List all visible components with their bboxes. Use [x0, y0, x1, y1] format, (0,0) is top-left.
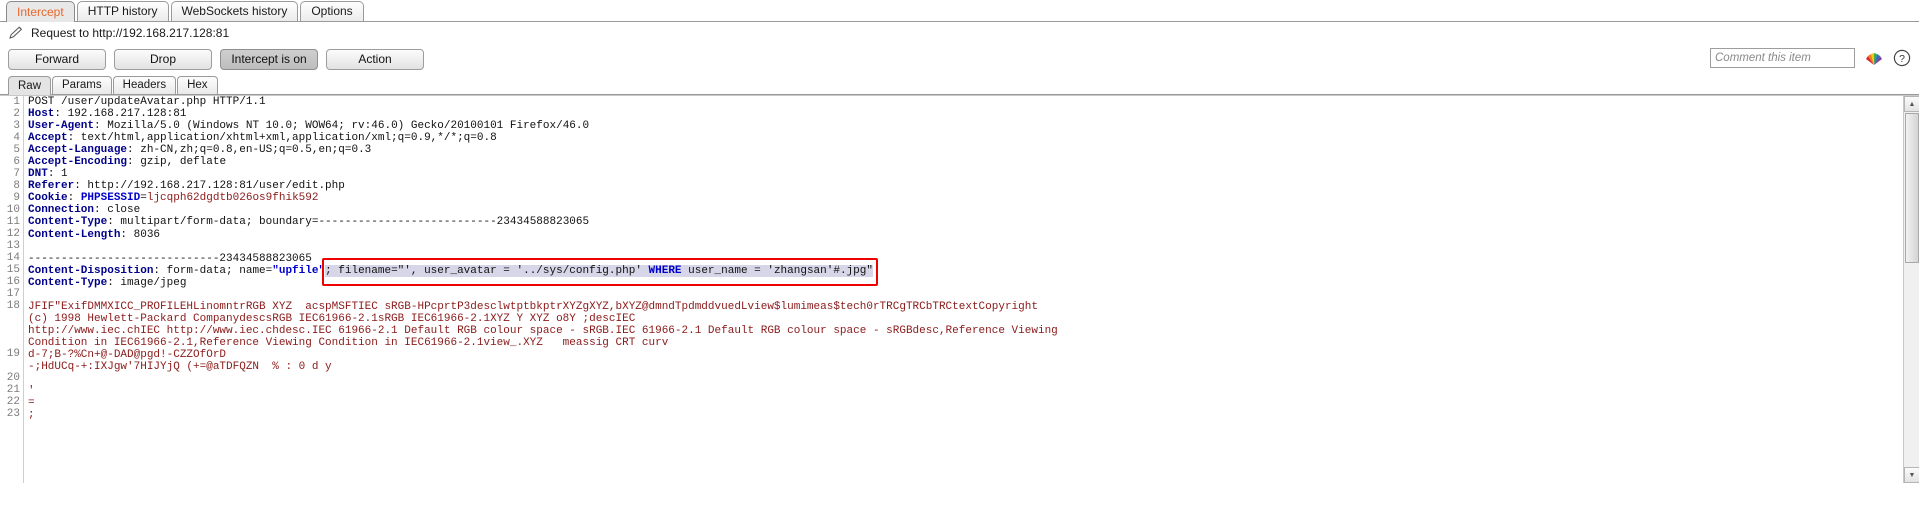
- tab-http-history[interactable]: HTTP history: [77, 1, 169, 21]
- subtab-hex[interactable]: Hex: [177, 76, 217, 94]
- code-line: Accept: text/html,application/xhtml+xml,…: [28, 132, 1902, 144]
- code-line: [28, 289, 1902, 301]
- code-line: Referer: http://192.168.217.128:81/user/…: [28, 180, 1902, 192]
- action-button[interactable]: Action: [326, 49, 424, 70]
- line-number: 1: [0, 96, 20, 108]
- code-line: Cookie: PHPSESSID=ljcqph62dgdtb026os9fhi…: [28, 192, 1902, 204]
- code-line: : [28, 373, 1902, 385]
- code-line: Content-Type: multipart/form-data; bound…: [28, 216, 1902, 228]
- code-line: POST /user/updateAvatar.php HTTP/1.1: [28, 96, 1902, 108]
- code-line: Accept-Encoding: gzip, deflate: [28, 156, 1902, 168]
- forward-button[interactable]: Forward: [8, 49, 106, 70]
- line-number: 22: [0, 396, 20, 408]
- line-number: 5: [0, 144, 20, 156]
- raw-request-editor[interactable]: 1 2 3 4 5 6 7 8 9 10 11 12 13 14 15 16 17 18 19 20 21 22 23 PO…: [0, 95, 1919, 483]
- drop-button[interactable]: Drop: [114, 49, 212, 70]
- code-line: (c) 1998 Hewlett-Packard Companydesc…: [28, 313, 1902, 325]
- help-question-icon[interactable]: ?: [1893, 49, 1911, 67]
- line-number: 2: [0, 108, 20, 120]
- line-number: 14: [0, 252, 20, 264]
- code-line: -;HdUCq-+:IXJgw…: [28, 361, 1902, 373]
- code-line: Condition in IEC61966-2.1,Referenc…: [28, 337, 1902, 349]
- code-line: -----------------------------23434588823…: [28, 253, 1902, 265]
- line-number: 8: [0, 180, 20, 192]
- scroll-down-arrow[interactable]: ▼: [1904, 467, 1919, 483]
- editor-body[interactable]: 1 2 3 4 5 6 7 8 9 10 11 12 13 14 15 16 17 18 19 20 21 22 23 PO…: [0, 96, 1919, 483]
- code-line: Content-Length: 8036: [28, 229, 1902, 241]
- intercept-action-bar: Forward Drop Intercept is on Action ?: [0, 44, 1919, 74]
- line-number: 21: [0, 384, 20, 396]
- svg-text:?: ?: [1899, 53, 1905, 65]
- code-line: Connection: close: [28, 204, 1902, 216]
- line-number: 12: [0, 228, 20, 240]
- code-line: ': [28, 385, 1902, 397]
- line-number: 23: [0, 408, 20, 420]
- subtab-raw[interactable]: Raw: [8, 76, 51, 95]
- code-line: Host: 192.168.217.128:81: [28, 108, 1902, 120]
- code-line: Content-Type: image/jpeg: [28, 277, 1902, 289]
- code-line: Accept-Language: zh-CN,zh;q=0.8,en-US;q=…: [28, 144, 1902, 156]
- message-view-tab-strip: Raw Params Headers Hex: [0, 74, 1919, 95]
- line-number: 3: [0, 120, 20, 132]
- tab-websockets-history[interactable]: WebSockets history: [171, 1, 299, 21]
- line-number: 6: [0, 156, 20, 168]
- line-number: 15: [0, 264, 20, 276]
- code-line: =: [28, 397, 1902, 409]
- line-number: 17: [0, 288, 20, 300]
- code-line: User-Agent: Mozilla/5.0 (Windows NT 10.0…: [28, 120, 1902, 132]
- line-number: 18: [0, 300, 20, 312]
- line-number: 19: [0, 348, 20, 360]
- burp-fan-icon[interactable]: [1864, 49, 1884, 67]
- line-number: 20: [0, 372, 20, 384]
- code-line: ;: [28, 409, 1902, 421]
- code-line: [28, 241, 1902, 253]
- editor-vertical-scrollbar[interactable]: ▲ ▼: [1903, 96, 1919, 483]
- code-line: Content-Disposition: form-data; name="up…: [28, 265, 1902, 277]
- scroll-thumb[interactable]: [1905, 113, 1919, 263]
- intercept-toggle-button[interactable]: Intercept is on: [220, 49, 318, 70]
- line-number: [0, 336, 20, 348]
- line-number: 11: [0, 216, 20, 228]
- request-title-text: Request to http://192.168.217.128:81: [31, 26, 229, 40]
- code-line: DNT: 1: [28, 168, 1902, 180]
- line-number: 13: [0, 240, 20, 252]
- tab-intercept[interactable]: Intercept: [6, 1, 75, 22]
- line-number: 7: [0, 168, 20, 180]
- pencil-icon: [8, 26, 24, 40]
- code-line: http://www.iec.chIEC http://www.i…: [28, 325, 1902, 337]
- right-tool-cluster: ?: [1710, 48, 1911, 68]
- request-code-text[interactable]: POST /user/updateAvatar.php HTTP/1.1 Host…: [24, 96, 1902, 483]
- code-line: JFIF "ExifDMM…: [28, 301, 1902, 313]
- subtab-headers[interactable]: Headers: [113, 76, 176, 94]
- line-number-gutter: 1 2 3 4 5 6 7 8 9 10 11 12 13 14 15 16 17 18 19 20 21 22 23: [0, 96, 24, 483]
- subtab-params[interactable]: Params: [52, 76, 112, 94]
- scroll-up-arrow[interactable]: ▲: [1904, 96, 1919, 112]
- comment-input[interactable]: [1710, 48, 1855, 68]
- line-number: [0, 360, 20, 372]
- code-line: d-7;B-?%Cn…: [28, 349, 1902, 361]
- main-tab-strip: Intercept HTTP history WebSockets histor…: [0, 0, 1919, 22]
- line-number: 16: [0, 276, 20, 288]
- line-number: 9: [0, 192, 20, 204]
- line-number: 10: [0, 204, 20, 216]
- line-number: [0, 324, 20, 336]
- line-number: [0, 312, 20, 324]
- request-title-bar: Request to http://192.168.217.128:81: [0, 22, 1919, 44]
- tab-options[interactable]: Options: [300, 1, 363, 21]
- line-number: 4: [0, 132, 20, 144]
